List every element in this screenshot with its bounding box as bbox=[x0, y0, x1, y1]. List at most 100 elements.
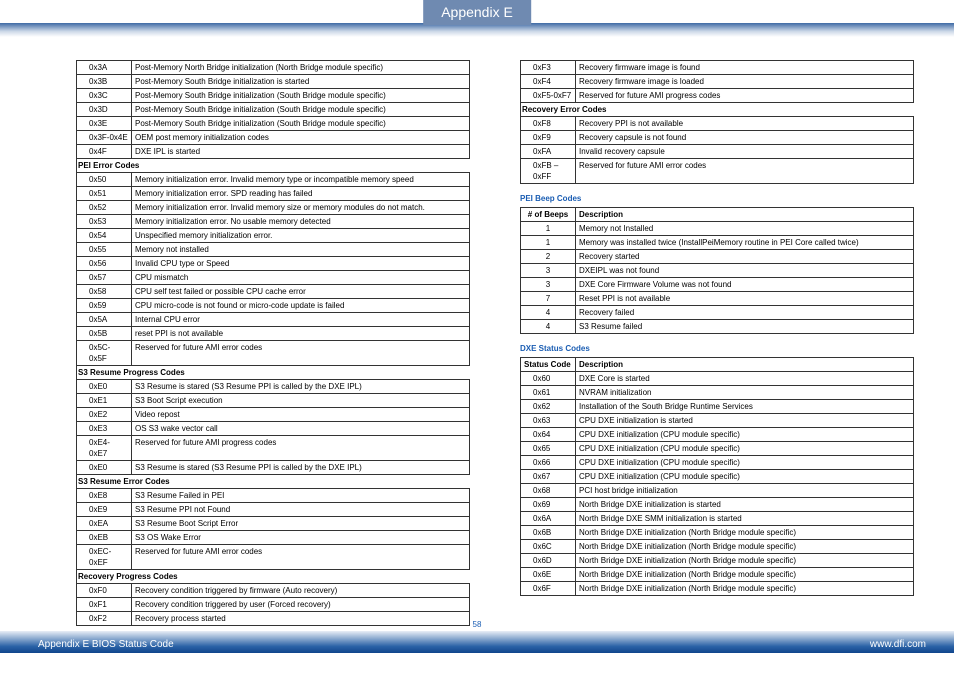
desc-cell: OEM post memory initialization codes bbox=[132, 131, 470, 145]
table-row: 0x67CPU DXE initialization (CPU module s… bbox=[521, 470, 914, 484]
table-row: Recovery Error Codes bbox=[521, 103, 914, 117]
col-header: Status Code bbox=[521, 358, 576, 372]
status-codes-table-right: 0xF3Recovery firmware image is found0xF4… bbox=[520, 60, 914, 184]
code-cell: 0x5C-0x5F bbox=[77, 341, 132, 366]
code-cell: 0x6C bbox=[521, 540, 576, 554]
code-cell: 0x67 bbox=[521, 470, 576, 484]
table-row: 0xEAS3 Resume Boot Script Error bbox=[77, 517, 470, 531]
beeps-cell: 3 bbox=[521, 264, 576, 278]
beeps-cell: 7 bbox=[521, 292, 576, 306]
desc-cell: Installation of the South Bridge Runtime… bbox=[576, 400, 914, 414]
desc-cell: CPU DXE initialization (CPU module speci… bbox=[576, 442, 914, 456]
desc-cell: S3 Resume failed bbox=[576, 320, 914, 334]
desc-cell: DXEIPL was not found bbox=[576, 264, 914, 278]
code-cell: 0x61 bbox=[521, 386, 576, 400]
desc-cell: Memory was installed twice (InstallPeiMe… bbox=[576, 236, 914, 250]
table-row: 0xE3OS S3 wake vector call bbox=[77, 422, 470, 436]
table-row: 0x51Memory initialization error. SPD rea… bbox=[77, 187, 470, 201]
table-row: 0xE0S3 Resume is stared (S3 Resume PPI i… bbox=[77, 380, 470, 394]
code-cell: 0x3C bbox=[77, 89, 132, 103]
section-subheader: Recovery Progress Codes bbox=[77, 570, 470, 584]
table-row: 7Reset PPI is not available bbox=[521, 292, 914, 306]
table-row: 0xE0S3 Resume is stared (S3 Resume PPI i… bbox=[77, 461, 470, 475]
table-row: 0x6DNorth Bridge DXE initialization (Nor… bbox=[521, 554, 914, 568]
desc-cell: North Bridge DXE initialization (North B… bbox=[576, 568, 914, 582]
desc-cell: S3 Resume PPI not Found bbox=[132, 503, 470, 517]
code-cell: 0xE3 bbox=[77, 422, 132, 436]
desc-cell: Memory initialization error. Invalid mem… bbox=[132, 201, 470, 215]
col-header: Description bbox=[576, 208, 914, 222]
code-cell: 0x6D bbox=[521, 554, 576, 568]
desc-cell: S3 Resume Boot Script Error bbox=[132, 517, 470, 531]
left-column: 0x3APost-Memory North Bridge initializat… bbox=[76, 60, 470, 620]
page-header: Appendix E bbox=[0, 0, 954, 36]
col-header: Description bbox=[576, 358, 914, 372]
beeps-cell: 1 bbox=[521, 222, 576, 236]
desc-cell: CPU mismatch bbox=[132, 271, 470, 285]
desc-cell: Recovery capsule is not found bbox=[576, 131, 914, 145]
desc-cell: Memory not Installed bbox=[576, 222, 914, 236]
desc-cell: CPU micro-code is not found or micro-cod… bbox=[132, 299, 470, 313]
dxe-status-table: Status CodeDescription0x60DXE Core is st… bbox=[520, 357, 914, 596]
code-cell: 0x62 bbox=[521, 400, 576, 414]
table-row: 0x6FNorth Bridge DXE initialization (Nor… bbox=[521, 582, 914, 596]
section-subheader: S3 Resume Progress Codes bbox=[77, 366, 470, 380]
desc-cell: Recovery firmware image is found bbox=[576, 61, 914, 75]
table-row: 0xE2Video repost bbox=[77, 408, 470, 422]
code-cell: 0x54 bbox=[77, 229, 132, 243]
desc-cell: S3 Boot Script execution bbox=[132, 394, 470, 408]
desc-cell: Recovery PPI is not available bbox=[576, 117, 914, 131]
table-row: 2Recovery started bbox=[521, 250, 914, 264]
desc-cell: reset PPI is not available bbox=[132, 327, 470, 341]
desc-cell: Recovery failed bbox=[576, 306, 914, 320]
table-row: 0x55Memory not installed bbox=[77, 243, 470, 257]
code-cell: 0x66 bbox=[521, 456, 576, 470]
code-cell: 0xF1 bbox=[77, 598, 132, 612]
code-cell: 0x63 bbox=[521, 414, 576, 428]
table-row: S3 Resume Progress Codes bbox=[77, 366, 470, 380]
appendix-tab: Appendix E bbox=[423, 0, 531, 25]
col-header: # of Beeps bbox=[521, 208, 576, 222]
content-area: 0x3APost-Memory North Bridge initializat… bbox=[76, 60, 914, 620]
table-row: 1Memory was installed twice (InstallPeiM… bbox=[521, 236, 914, 250]
code-cell: 0x69 bbox=[521, 498, 576, 512]
code-cell: 0xEA bbox=[77, 517, 132, 531]
table-row: 0xFB – 0xFFReserved for future AMI error… bbox=[521, 159, 914, 184]
pei-beep-title: PEI Beep Codes bbox=[520, 194, 914, 203]
table-row: 0x5Breset PPI is not available bbox=[77, 327, 470, 341]
table-row: 1Memory not Installed bbox=[521, 222, 914, 236]
code-cell: 0x55 bbox=[77, 243, 132, 257]
table-row: 0x57CPU mismatch bbox=[77, 271, 470, 285]
table-row: S3 Resume Error Codes bbox=[77, 475, 470, 489]
table-row: 0x3BPost-Memory South Bridge initializat… bbox=[77, 75, 470, 89]
desc-cell: North Bridge DXE initialization (North B… bbox=[576, 526, 914, 540]
table-row: 4Recovery failed bbox=[521, 306, 914, 320]
code-cell: 0x50 bbox=[77, 173, 132, 187]
desc-cell: DXE Core is started bbox=[576, 372, 914, 386]
table-header-row: # of BeepsDescription bbox=[521, 208, 914, 222]
code-cell: 0xEC-0xEF bbox=[77, 545, 132, 570]
table-row: 0x3F-0x4EOEM post memory initialization … bbox=[77, 131, 470, 145]
table-row: 0xF9Recovery capsule is not found bbox=[521, 131, 914, 145]
beeps-cell: 4 bbox=[521, 306, 576, 320]
table-row: 0x6BNorth Bridge DXE initialization (Nor… bbox=[521, 526, 914, 540]
code-cell: 0xF4 bbox=[521, 75, 576, 89]
header-gradient bbox=[0, 23, 954, 37]
code-cell: 0x58 bbox=[77, 285, 132, 299]
table-row: 0x54Unspecified memory initialization er… bbox=[77, 229, 470, 243]
right-column: 0xF3Recovery firmware image is found0xF4… bbox=[520, 60, 914, 620]
code-cell: 0x53 bbox=[77, 215, 132, 229]
code-cell: 0x3F-0x4E bbox=[77, 131, 132, 145]
beeps-cell: 3 bbox=[521, 278, 576, 292]
section-subheader: S3 Resume Error Codes bbox=[77, 475, 470, 489]
table-row: 0x68PCI host bridge initialization bbox=[521, 484, 914, 498]
desc-cell: Recovery started bbox=[576, 250, 914, 264]
code-cell: 0xE9 bbox=[77, 503, 132, 517]
desc-cell: S3 Resume is stared (S3 Resume PPI is ca… bbox=[132, 380, 470, 394]
code-cell: 0x65 bbox=[521, 442, 576, 456]
desc-cell: CPU DXE initialization (CPU module speci… bbox=[576, 428, 914, 442]
desc-cell: Post-Memory South Bridge initialization … bbox=[132, 75, 470, 89]
desc-cell: S3 OS Wake Error bbox=[132, 531, 470, 545]
code-cell: 0xE0 bbox=[77, 380, 132, 394]
table-row: 0xF4Recovery firmware image is loaded bbox=[521, 75, 914, 89]
